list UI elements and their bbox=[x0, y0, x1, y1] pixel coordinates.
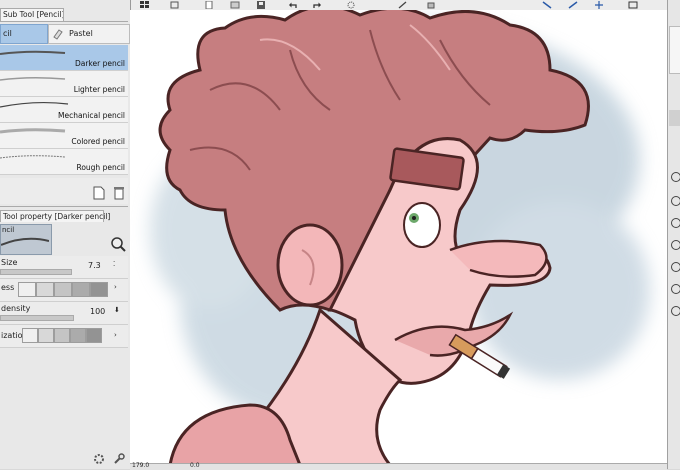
brush-label: Mechanical pencil bbox=[57, 111, 125, 120]
zoom-icon[interactable] bbox=[110, 236, 126, 252]
pastel-icon bbox=[52, 28, 64, 40]
expand-icon[interactable]: › bbox=[114, 283, 117, 291]
density-slider[interactable] bbox=[0, 315, 74, 321]
copy-icon[interactable] bbox=[168, 0, 182, 9]
brush-item-colored-pencil[interactable]: Colored pencil bbox=[0, 123, 128, 149]
clear-icon[interactable] bbox=[344, 0, 358, 9]
brush-stroke-preview bbox=[0, 50, 66, 55]
brush-label: Lighter pencil bbox=[73, 85, 125, 94]
brush-item-rough-pencil[interactable]: Rough pencil bbox=[0, 149, 128, 175]
density-row: density 100 ⬇ bbox=[0, 302, 128, 325]
color-panel-edge bbox=[669, 26, 680, 74]
density-value[interactable]: 100 bbox=[90, 307, 105, 316]
stabilization-row: ization › bbox=[0, 325, 128, 348]
brush-tip-preview bbox=[1, 237, 49, 246]
brush-stroke-preview bbox=[0, 155, 66, 159]
layer-visibility-icon[interactable] bbox=[671, 218, 680, 228]
drawing-canvas[interactable] bbox=[130, 10, 667, 465]
undo-icon[interactable] bbox=[286, 0, 300, 9]
snap-perspective-icon[interactable] bbox=[592, 0, 606, 9]
snap-ruler-icon[interactable] bbox=[540, 0, 554, 9]
hardness-level-2[interactable] bbox=[36, 282, 54, 297]
eye bbox=[403, 202, 441, 248]
hardness-row: ess › bbox=[0, 279, 128, 302]
divider bbox=[0, 206, 128, 207]
size-slider[interactable] bbox=[0, 269, 72, 275]
brush-stroke-preview bbox=[0, 76, 66, 81]
brush-label: Colored pencil bbox=[71, 137, 125, 146]
save-icon[interactable] bbox=[254, 0, 268, 9]
copy-subtool-icon[interactable] bbox=[92, 186, 106, 200]
brush-preview: ncil bbox=[0, 224, 52, 255]
divider bbox=[0, 21, 128, 22]
stabilization-level-5[interactable] bbox=[86, 328, 102, 343]
tab-pastel[interactable]: Pastel bbox=[48, 24, 130, 44]
layer-visibility-icon[interactable] bbox=[671, 196, 680, 206]
size-label: Size bbox=[1, 258, 18, 267]
stabilization-level-3[interactable] bbox=[54, 328, 70, 343]
layer-visibility-icon[interactable] bbox=[671, 240, 680, 250]
expand-icon[interactable]: › bbox=[114, 331, 117, 339]
size-stepper-icon[interactable]: ⁚ bbox=[113, 260, 115, 268]
tool-property-title: Tool property [Darker pencil] bbox=[0, 210, 110, 222]
brush-label: Rough pencil bbox=[76, 163, 125, 172]
settings-icon[interactable] bbox=[92, 452, 106, 466]
hardness-label: ess bbox=[1, 283, 15, 292]
window-icon[interactable] bbox=[626, 0, 640, 9]
tool-panel: Sub Tool [Pencil] cil Pastel Darker penc… bbox=[0, 0, 131, 469]
size-value[interactable]: 7.3 bbox=[88, 261, 101, 270]
hardness-level-4[interactable] bbox=[72, 282, 90, 297]
brush-item-darker-pencil[interactable]: Darker pencil bbox=[0, 45, 128, 71]
tab-pastel-label: Pastel bbox=[69, 29, 93, 38]
ear bbox=[276, 223, 344, 307]
layout-grid-icon[interactable] bbox=[138, 0, 152, 9]
zoom-readout[interactable]: 179.0 bbox=[132, 462, 149, 469]
snap-grid-icon[interactable] bbox=[566, 0, 580, 9]
layer-visibility-icon[interactable] bbox=[671, 262, 680, 272]
layer-visibility-icon[interactable] bbox=[671, 306, 680, 316]
brush-stroke-preview bbox=[0, 128, 66, 134]
open-file-icon[interactable] bbox=[228, 0, 242, 9]
stabilization-level-4[interactable] bbox=[70, 328, 86, 343]
layer-panel-edge bbox=[667, 0, 680, 469]
layer-visibility-icon[interactable] bbox=[671, 172, 680, 182]
transform-icon[interactable] bbox=[396, 0, 410, 9]
trash-icon[interactable] bbox=[112, 186, 126, 200]
brush-preview-label: ncil bbox=[2, 226, 15, 234]
pen-pressure-icon[interactable]: ⬇ bbox=[114, 306, 120, 314]
hardness-level-3[interactable] bbox=[54, 282, 72, 297]
subtool-actions bbox=[0, 178, 128, 204]
fill-icon[interactable] bbox=[424, 0, 438, 9]
tab-pencil-label: cil bbox=[3, 29, 12, 38]
density-label: density bbox=[1, 304, 31, 313]
stabilization-level-1[interactable] bbox=[22, 328, 38, 343]
brush-label: Darker pencil bbox=[74, 59, 125, 68]
panel-tab[interactable] bbox=[669, 110, 680, 126]
brush-item-lighter-pencil[interactable]: Lighter pencil bbox=[0, 71, 128, 97]
layer-visibility-icon[interactable] bbox=[671, 284, 680, 294]
new-file-icon[interactable] bbox=[202, 0, 216, 9]
brush-stroke-preview bbox=[0, 101, 69, 108]
subtool-panel-title: Sub Tool [Pencil] bbox=[0, 8, 64, 21]
size-row: Size 7.3 ⁚ bbox=[0, 256, 128, 279]
character-illustration bbox=[150, 10, 650, 465]
hardness-level-1[interactable] bbox=[18, 282, 36, 297]
stabilization-level-2[interactable] bbox=[38, 328, 54, 343]
tab-pencil[interactable]: cil bbox=[0, 24, 48, 44]
wrench-icon[interactable] bbox=[112, 452, 126, 466]
brush-item-mechanical-pencil[interactable]: Mechanical pencil bbox=[0, 97, 128, 123]
hardness-level-5[interactable] bbox=[90, 282, 108, 297]
angle-readout[interactable]: 0.0 bbox=[190, 462, 200, 469]
redo-icon[interactable] bbox=[310, 0, 324, 9]
